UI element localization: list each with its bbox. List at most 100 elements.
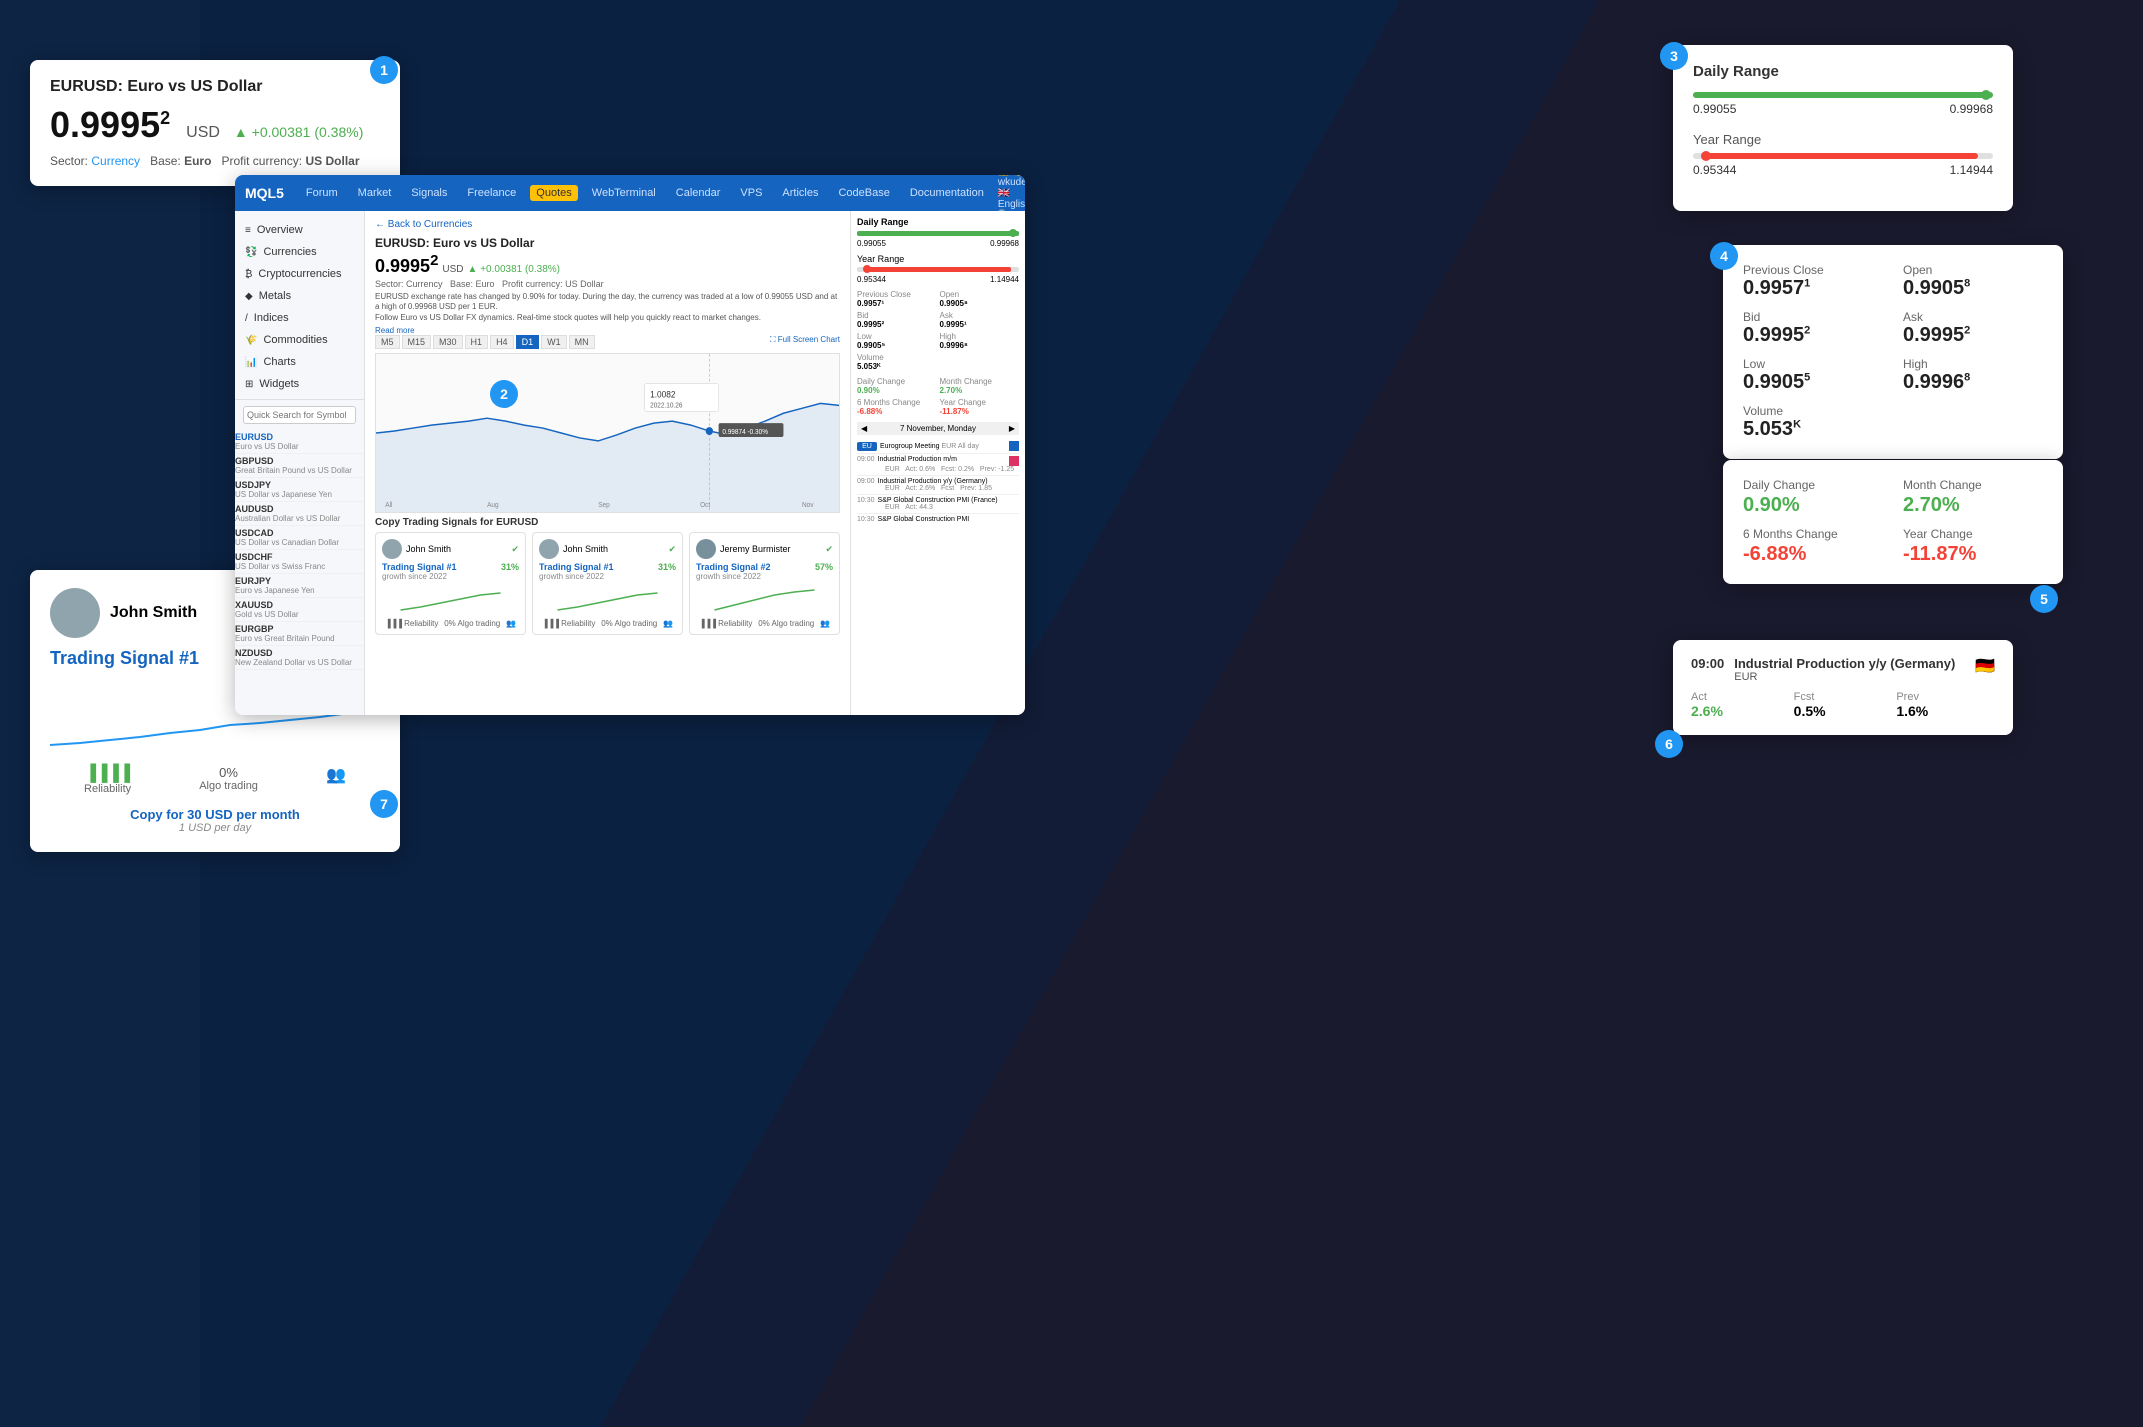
- symbol-audusd[interactable]: AUDUSD Australian Dollar vs US Dollar: [235, 502, 364, 526]
- tf-d1[interactable]: D1: [516, 335, 540, 349]
- copy-button[interactable]: Copy for 30 USD per month: [50, 807, 380, 822]
- six-months-item: 6 Months Change -6.88%: [1743, 527, 1883, 566]
- reliability-stat: ▐▐▐▐ Reliability: [84, 765, 131, 795]
- per-day-label: 1 USD per day: [50, 822, 380, 834]
- platform-price-row: 0.99952 USD ▲ +0.00381 (0.38%): [375, 252, 840, 277]
- high-val: 0.99968: [1903, 371, 2043, 394]
- eurusd-price-card: EURUSD: Euro vs US Dollar 0.99952 USD ▲ …: [30, 60, 400, 186]
- price-display: 0.99952 USD: [50, 104, 220, 146]
- chart-area: 1.0082 2022.10.26 0.99874 -0.30% All Aug…: [375, 353, 840, 513]
- badge-1: 1: [370, 56, 398, 84]
- economic-event-card: 09:00 Industrial Production y/y (Germany…: [1673, 640, 2013, 735]
- tf-m30[interactable]: M30: [433, 335, 463, 349]
- nav-freelance[interactable]: Freelance: [461, 185, 522, 201]
- nav-calendar[interactable]: Calendar: [670, 185, 727, 201]
- svg-text:Nov: Nov: [802, 502, 814, 509]
- calendar-events: EU Eurogroup Meeting EUR All day 09:00 I…: [857, 439, 1019, 525]
- search-container: [235, 399, 364, 430]
- sidebar-item-widgets[interactable]: ⊞ Widgets: [235, 373, 364, 395]
- badge-3: 3: [1660, 42, 1688, 70]
- right-daily-bar: [857, 231, 1019, 236]
- event-title: Industrial Production y/y (Germany): [1734, 656, 1955, 671]
- nav-quotes[interactable]: Quotes: [530, 185, 577, 201]
- prev-close-item: Previous Close 0.99571: [1743, 263, 1883, 300]
- tf-mn[interactable]: MN: [569, 335, 595, 349]
- nav-webterminal[interactable]: WebTerminal: [586, 185, 662, 201]
- badge-5: 5: [2030, 585, 2058, 613]
- nav-docs[interactable]: Documentation: [904, 185, 990, 201]
- signal-item-2: John Smith ✔ Trading Signal #1 31% growt…: [532, 532, 683, 635]
- search-input[interactable]: [243, 406, 356, 424]
- badge-2: 2: [490, 380, 518, 408]
- sidebar-item-charts[interactable]: 📊 Charts: [235, 351, 364, 373]
- indices-icon: /: [245, 313, 248, 324]
- next-day-btn[interactable]: ▶: [1009, 424, 1015, 433]
- nav-market[interactable]: Market: [352, 185, 398, 201]
- nav-forum[interactable]: Forum: [300, 185, 344, 201]
- svg-text:2022.10.26: 2022.10.26: [650, 402, 683, 409]
- symbol-xauusd[interactable]: XAUUSD Gold vs US Dollar: [235, 598, 364, 622]
- daily-change-item: Daily Change 0.90%: [1743, 478, 1883, 517]
- sidebar-item-commodities[interactable]: 🌾 Commodities: [235, 329, 364, 351]
- event-time: 09:00: [1691, 656, 1724, 671]
- badge-4: 4: [1710, 242, 1738, 270]
- symbol-eurjpy[interactable]: EURJPY Euro vs Japanese Yen: [235, 574, 364, 598]
- symbol-usdchf[interactable]: USDCHF US Dollar vs Swiss Franc: [235, 550, 364, 574]
- sidebar-item-metals[interactable]: ◆ Metals: [235, 285, 364, 307]
- signals-section-title: Copy Trading Signals for EURUSD: [375, 517, 840, 528]
- tf-w1[interactable]: W1: [541, 335, 567, 349]
- algo-stat: 0% Algo trading: [199, 765, 258, 795]
- daily-range-card: Daily Range 0.99055 0.99968 Year Range 0…: [1673, 45, 2013, 211]
- sidebar-item-overview[interactable]: ≡ Overview: [235, 219, 364, 241]
- ask-val: 0.99952: [1903, 324, 2043, 347]
- read-more-link[interactable]: Read more: [375, 326, 840, 335]
- platform-card: MQL5 Forum Market Signals Freelance Quot…: [235, 175, 1025, 715]
- tf-m15[interactable]: M15: [402, 335, 432, 349]
- nav-articles[interactable]: Articles: [776, 185, 824, 201]
- symbol-usdjpy[interactable]: USDJPY US Dollar vs Japanese Yen: [235, 478, 364, 502]
- prev-day-btn[interactable]: ◀: [861, 424, 867, 433]
- user-name: John Smith: [110, 604, 197, 622]
- platform-content: ← Back to Currencies EURUSD: Euro vs US …: [365, 211, 850, 715]
- sidebar-item-indices[interactable]: / Indices: [235, 307, 364, 329]
- symbol-usdcad[interactable]: USDCAD US Dollar vs Canadian Dollar: [235, 526, 364, 550]
- tf-h1[interactable]: H1: [465, 335, 489, 349]
- symbol-eurusd[interactable]: EURUSD Euro vs US Dollar: [235, 430, 364, 454]
- svg-text:1.0082: 1.0082: [650, 389, 676, 399]
- symbol-gbpusd[interactable]: GBPUSD Great Britain Pound vs US Dollar: [235, 454, 364, 478]
- symbol-meta: Sector: Currency Base: Euro Profit curre…: [50, 154, 380, 168]
- nav-signals[interactable]: Signals: [405, 185, 453, 201]
- user-avatar: [50, 588, 100, 638]
- platform-main: ← Back to Currencies EURUSD: Euro vs US …: [365, 211, 1025, 715]
- widgets-icon: ⊞: [245, 379, 253, 390]
- nav-vps[interactable]: VPS: [734, 185, 768, 201]
- overview-icon: ≡: [245, 225, 251, 236]
- tf-m5[interactable]: M5: [375, 335, 400, 349]
- badge-7: 7: [370, 790, 398, 818]
- platform-body: ≡ Overview 💱 Currencies ₿ Cryptocurrenci…: [235, 211, 1025, 715]
- sidebar-item-currencies[interactable]: 💱 Currencies: [235, 241, 364, 263]
- right-daily-range-title: Daily Range: [857, 217, 1019, 227]
- metals-icon: ◆: [245, 291, 253, 302]
- back-link[interactable]: ← Back to Currencies: [375, 219, 840, 230]
- signal-avatar-1: [382, 539, 402, 559]
- price-change: ▲ +0.00381 (0.38%): [234, 124, 363, 140]
- tf-h4[interactable]: H4: [490, 335, 514, 349]
- nav-codebase[interactable]: CodeBase: [832, 185, 895, 201]
- symbol-eurgbp[interactable]: EURGBP Euro vs Great Britain Pound: [235, 622, 364, 646]
- fullscreen-btn[interactable]: ⛶ Full Screen Chart: [770, 335, 840, 349]
- daily-range-bar: 0.99055 0.99968: [1693, 92, 1993, 116]
- open-item: Open 0.99058: [1903, 263, 2043, 300]
- year-range-label: Year Range: [1693, 132, 1993, 147]
- sidebar-item-crypto[interactable]: ₿ Cryptocurrencies: [235, 263, 364, 285]
- volume-val: 5.053K: [1743, 418, 2043, 441]
- platform-logo: MQL5: [245, 185, 284, 201]
- symbol-nzdusd[interactable]: NZDUSD New Zealand Dollar vs US Dollar: [235, 646, 364, 670]
- signal-stats-row: ▐▐▐▐ Reliability 0% Algo trading 👥: [50, 765, 380, 795]
- badge-6: 6: [1655, 730, 1683, 758]
- change-grid: Daily Change 0.90% Month Change 2.70% 6 …: [1743, 478, 2043, 566]
- low-item: Low 0.99055: [1743, 357, 1883, 394]
- svg-text:All: All: [385, 502, 393, 509]
- sector-link[interactable]: Currency: [91, 154, 140, 168]
- ask-item: Ask 0.99952: [1903, 310, 2043, 347]
